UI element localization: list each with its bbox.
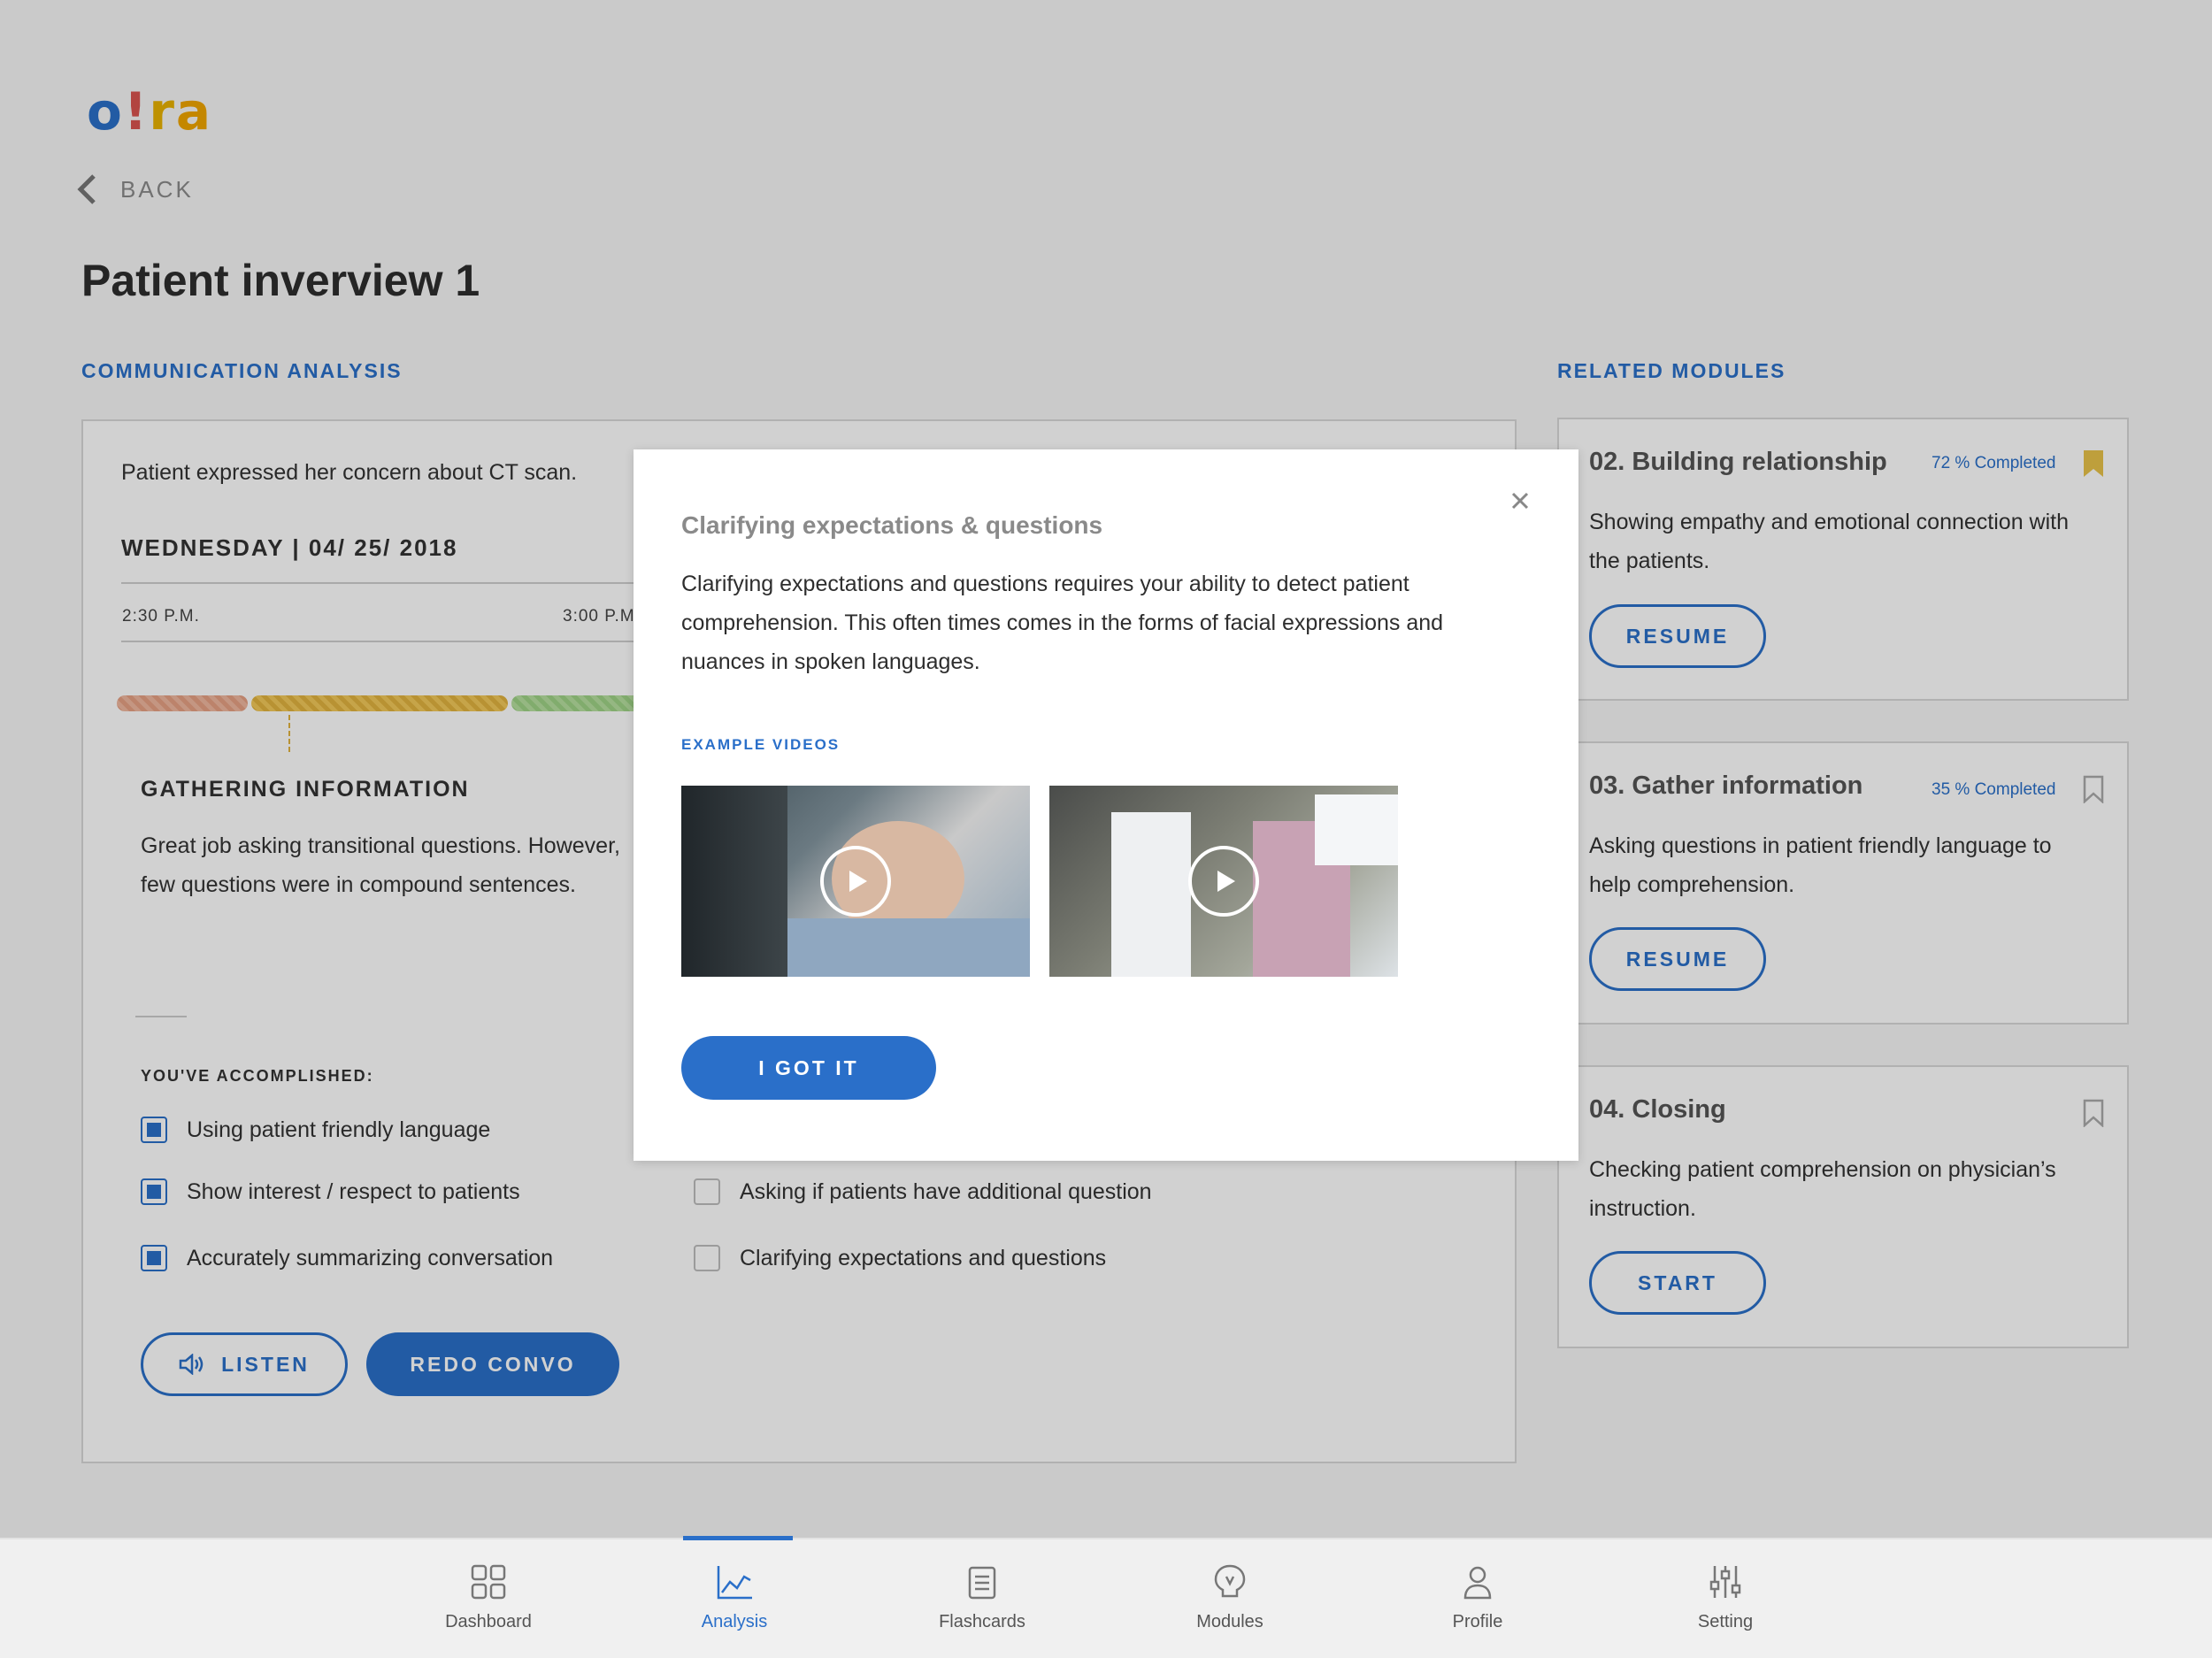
- tab-label: Profile: [1452, 1612, 1503, 1631]
- tab-dashboard[interactable]: Dashboard: [409, 1562, 568, 1632]
- cards-icon: [968, 1566, 996, 1600]
- play-icon[interactable]: [820, 846, 891, 917]
- tab-analysis[interactable]: Analysis: [655, 1562, 814, 1632]
- example-video-thumbnail[interactable]: [1049, 786, 1398, 977]
- modal-title: Clarifying expectations & questions: [681, 511, 1103, 539]
- hospital-gown: [787, 918, 1030, 977]
- tab-label: Dashboard: [445, 1612, 532, 1631]
- window-light: [1315, 794, 1398, 865]
- tab-profile[interactable]: Profile: [1398, 1562, 1557, 1632]
- example-videos-label: EXAMPLE VIDEOS: [681, 736, 841, 753]
- close-icon[interactable]: [1504, 485, 1536, 517]
- example-video-thumbnail[interactable]: [681, 786, 1030, 977]
- play-icon[interactable]: [1188, 846, 1259, 917]
- tab-flashcards[interactable]: Flashcards: [902, 1562, 1062, 1632]
- sliders-icon: [1709, 1566, 1741, 1598]
- bulb-icon: [1214, 1564, 1246, 1598]
- chart-icon: [717, 1566, 752, 1600]
- grid-icon: [471, 1564, 506, 1600]
- modal-body: Clarifying expectations and questions re…: [681, 572, 1444, 674]
- got-it-button[interactable]: I GOT IT: [681, 1036, 936, 1100]
- tab-label: Setting: [1697, 1612, 1754, 1631]
- tab-setting[interactable]: Setting: [1646, 1562, 1805, 1632]
- tab-modules[interactable]: Modules: [1150, 1562, 1310, 1632]
- tab-label: Modules: [1196, 1612, 1263, 1631]
- tab-label: Analysis: [701, 1612, 768, 1631]
- person-icon: [1463, 1566, 1492, 1600]
- tab-label: Flashcards: [939, 1612, 1025, 1631]
- doctor-coat: [1111, 812, 1191, 977]
- video-frame-shadow: [681, 786, 787, 977]
- active-tab-indicator: [683, 1536, 793, 1540]
- bottom-tab-bar: [0, 1538, 2212, 1658]
